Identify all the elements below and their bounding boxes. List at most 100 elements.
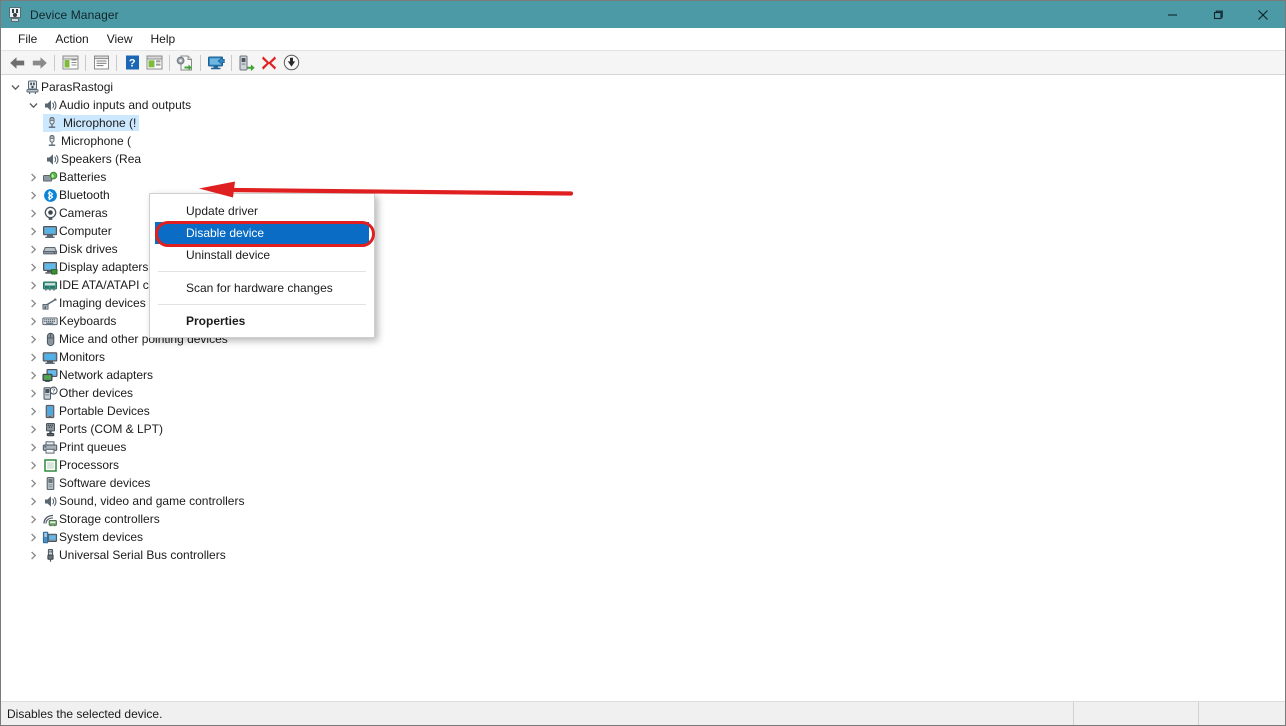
chevron-right-icon[interactable] (25, 222, 41, 240)
chevron-right-icon[interactable] (25, 366, 41, 384)
tree-row-label: Display adapters (59, 260, 149, 274)
portable-device-icon (41, 402, 59, 420)
menu-bar: File Action View Help (1, 28, 1285, 50)
toolbar-separator (85, 54, 86, 71)
minimize-icon[interactable] (1150, 1, 1195, 28)
tree-row-ports-com-lpt[interactable]: Ports (COM & LPT) (1, 420, 1285, 438)
chevron-right-icon[interactable] (25, 330, 41, 348)
context-menu[interactable]: Update driver Disable device Uninstall d… (149, 193, 375, 338)
tree-row-microphone-2[interactable]: Microphone ( (1, 132, 1285, 150)
tree-row-label: Bluetooth (59, 188, 110, 202)
scan-hardware-changes-icon[interactable] (205, 52, 227, 73)
tree-row-label: Batteries (59, 170, 107, 184)
forward-icon[interactable] (28, 52, 50, 73)
tree-row-label: Universal Serial Bus controllers (59, 548, 226, 562)
tree-row-sound-video-and-game-controllers[interactable]: Sound, video and game controllers (1, 492, 1285, 510)
tree-row-label: Cameras (59, 206, 108, 220)
uninstall-device-icon[interactable] (258, 52, 280, 73)
chevron-right-icon[interactable] (25, 492, 41, 510)
chevron-right-icon[interactable] (25, 528, 41, 546)
chevron-right-icon[interactable] (25, 258, 41, 276)
chevron-down-icon[interactable] (7, 78, 23, 96)
chevron-right-icon[interactable] (25, 186, 41, 204)
context-menu-item-uninstall-device[interactable]: Uninstall device (150, 244, 374, 266)
tree-row-print-queues[interactable]: Print queues (1, 438, 1285, 456)
chevron-down-icon[interactable] (25, 96, 41, 114)
menu-file[interactable]: File (9, 30, 46, 48)
chevron-right-icon[interactable] (25, 474, 41, 492)
context-menu-item-properties[interactable]: Properties (150, 310, 374, 332)
svg-text:?: ? (128, 57, 135, 69)
status-bar-pane-2 (1074, 702, 1199, 725)
chevron-right-icon[interactable] (25, 312, 41, 330)
battery-icon (41, 168, 59, 186)
toolbar-separator (231, 54, 232, 71)
chevron-right-icon[interactable] (25, 402, 41, 420)
microphone-icon (43, 132, 61, 150)
chevron-right-icon[interactable] (25, 276, 41, 294)
toolbar-separator (200, 54, 201, 71)
tree-row-network-adapters[interactable]: Network adapters (1, 366, 1285, 384)
context-menu-item-update-driver[interactable]: Update driver (150, 200, 374, 222)
tree-row-label: Audio inputs and outputs (59, 98, 192, 112)
menu-help[interactable]: Help (142, 30, 185, 48)
bluetooth-icon (41, 186, 59, 204)
chevron-right-icon[interactable] (25, 438, 41, 456)
tree-row-audio-inputs-and-outputs[interactable]: Audio inputs and outputs (1, 96, 1285, 114)
show-hide-console-tree-icon[interactable] (59, 52, 81, 73)
properties-icon[interactable] (90, 52, 112, 73)
tree-row-other-devices[interactable]: ? Other devices (1, 384, 1285, 402)
tree-row-software-devices[interactable]: Software devices (1, 474, 1285, 492)
system-device-icon (41, 528, 59, 546)
chevron-right-icon[interactable] (25, 240, 41, 258)
menu-action[interactable]: Action (46, 30, 97, 48)
speaker-icon (41, 96, 59, 114)
tree-row-universal-serial-bus-controllers[interactable]: Universal Serial Bus controllers (1, 546, 1285, 564)
chevron-right-icon[interactable] (25, 456, 41, 474)
camera-icon (41, 204, 59, 222)
chevron-right-icon[interactable] (25, 384, 41, 402)
view-icon[interactable] (143, 52, 165, 73)
restore-icon[interactable] (1195, 1, 1240, 28)
title-bar: Device Manager (1, 1, 1285, 28)
tree-row-portable-devices[interactable]: Portable Devices (1, 402, 1285, 420)
status-bar: Disables the selected device. (1, 701, 1285, 725)
tree-row-speakers[interactable]: Speakers (Rea (1, 150, 1285, 168)
tree-row-root[interactable]: ParasRastogi (1, 78, 1285, 96)
tree-row-monitors[interactable]: Monitors (1, 348, 1285, 366)
close-icon[interactable] (1240, 1, 1285, 28)
menu-view[interactable]: View (98, 30, 142, 48)
chevron-right-icon[interactable] (25, 510, 41, 528)
device-tree-panel[interactable]: ParasRastogi Audio inputs and outputs Mi… (1, 75, 1285, 701)
back-icon[interactable] (6, 52, 28, 73)
tree-row-label: System devices (59, 530, 144, 544)
chevron-right-icon[interactable] (25, 546, 41, 564)
window-controls (1150, 1, 1285, 28)
chevron-right-icon[interactable] (25, 420, 41, 438)
speaker-icon (43, 150, 61, 168)
chevron-right-icon[interactable] (25, 348, 41, 366)
tree-row-processors[interactable]: Processors (1, 456, 1285, 474)
tree-row-system-devices[interactable]: System devices (1, 528, 1285, 546)
toolbar-separator (116, 54, 117, 71)
tree-row-batteries[interactable]: Batteries (1, 168, 1285, 186)
context-menu-item-disable-device[interactable]: Disable device (155, 222, 369, 244)
update-driver-icon[interactable] (174, 52, 196, 73)
tree-row-label: ParasRastogi (41, 80, 114, 94)
enable-device-icon[interactable] (236, 52, 258, 73)
software-device-icon (41, 474, 59, 492)
tree-row-label: Sound, video and game controllers (59, 494, 245, 508)
microphone-icon (43, 114, 61, 132)
toolbar-separator (169, 54, 170, 71)
tree-row-storage-controllers[interactable]: Storage controllers (1, 510, 1285, 528)
status-bar-pane-3 (1199, 702, 1285, 725)
storage-controller-icon (41, 510, 59, 528)
disable-device-icon[interactable] (280, 52, 302, 73)
mouse-icon (41, 330, 59, 348)
tree-row-microphone-1[interactable]: Microphone (! (1, 114, 1285, 132)
help-icon[interactable]: ? (121, 52, 143, 73)
chevron-right-icon[interactable] (25, 294, 41, 312)
chevron-right-icon[interactable] (25, 204, 41, 222)
chevron-right-icon[interactable] (25, 168, 41, 186)
context-menu-item-scan-for-hardware-changes[interactable]: Scan for hardware changes (150, 277, 374, 299)
